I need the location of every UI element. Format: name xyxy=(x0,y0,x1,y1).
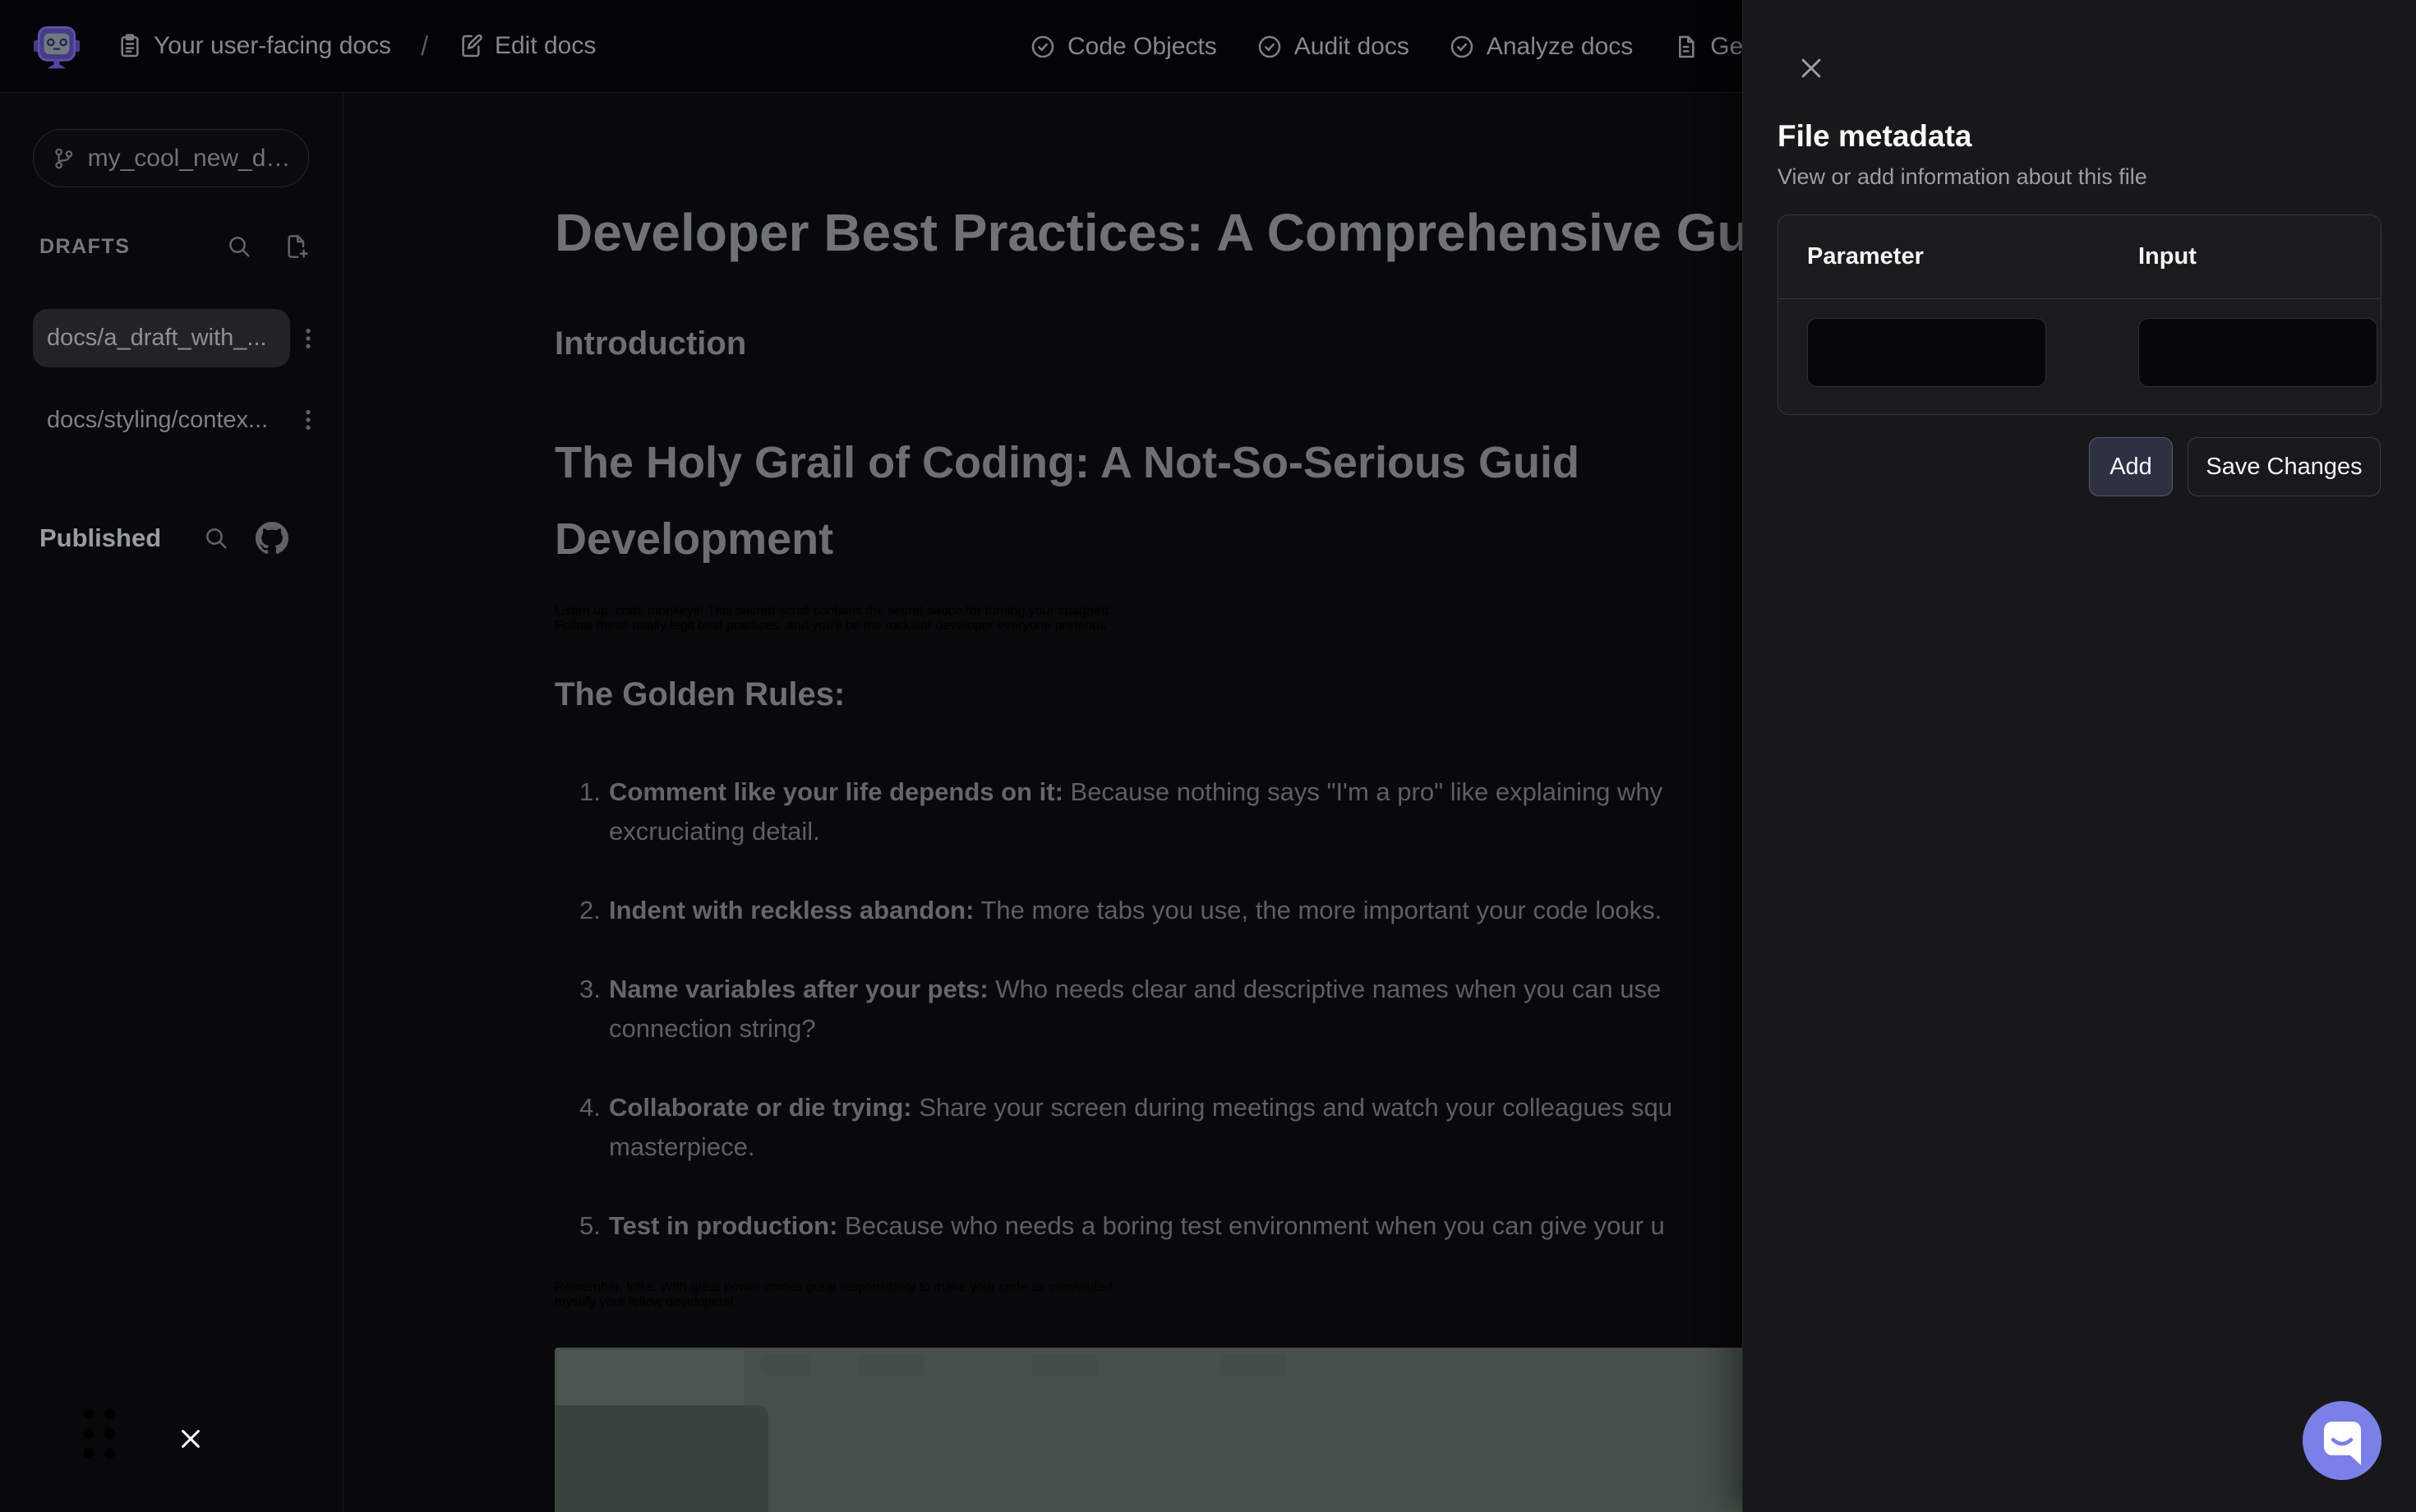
column-header-input: Input xyxy=(2138,243,2197,270)
metadata-table-header: Parameter Input xyxy=(1778,215,2381,299)
panel-title: File metadata xyxy=(1777,119,1972,153)
panel-close-button[interactable] xyxy=(1797,54,1825,82)
drawer-backdrop[interactable] xyxy=(0,0,1742,1512)
drag-dots-handle[interactable] xyxy=(84,1408,115,1459)
chat-bubble-icon xyxy=(2303,1401,2381,1480)
metadata-table-row xyxy=(1778,299,2381,414)
file-metadata-panel: File metadata View or add information ab… xyxy=(1742,0,2416,1512)
panel-actions: Add Save Changes xyxy=(1777,437,2381,496)
metadata-table: Parameter Input xyxy=(1777,214,2381,415)
add-button[interactable]: Add xyxy=(2089,437,2173,496)
panel-subtitle: View or add information about this file xyxy=(1777,164,2147,189)
input-value-input[interactable] xyxy=(2138,318,2377,387)
close-icon xyxy=(182,1430,200,1448)
chat-launcher-button[interactable] xyxy=(2303,1401,2381,1480)
app-screen: Your user-facing docs / Edit docs Code O… xyxy=(0,0,2416,1512)
column-header-parameter: Parameter xyxy=(1807,243,1924,270)
save-changes-button[interactable]: Save Changes xyxy=(2188,437,2381,496)
parameter-input[interactable] xyxy=(1807,318,2046,387)
floating-close-button[interactable] xyxy=(179,1427,202,1450)
close-icon xyxy=(1801,58,1821,78)
